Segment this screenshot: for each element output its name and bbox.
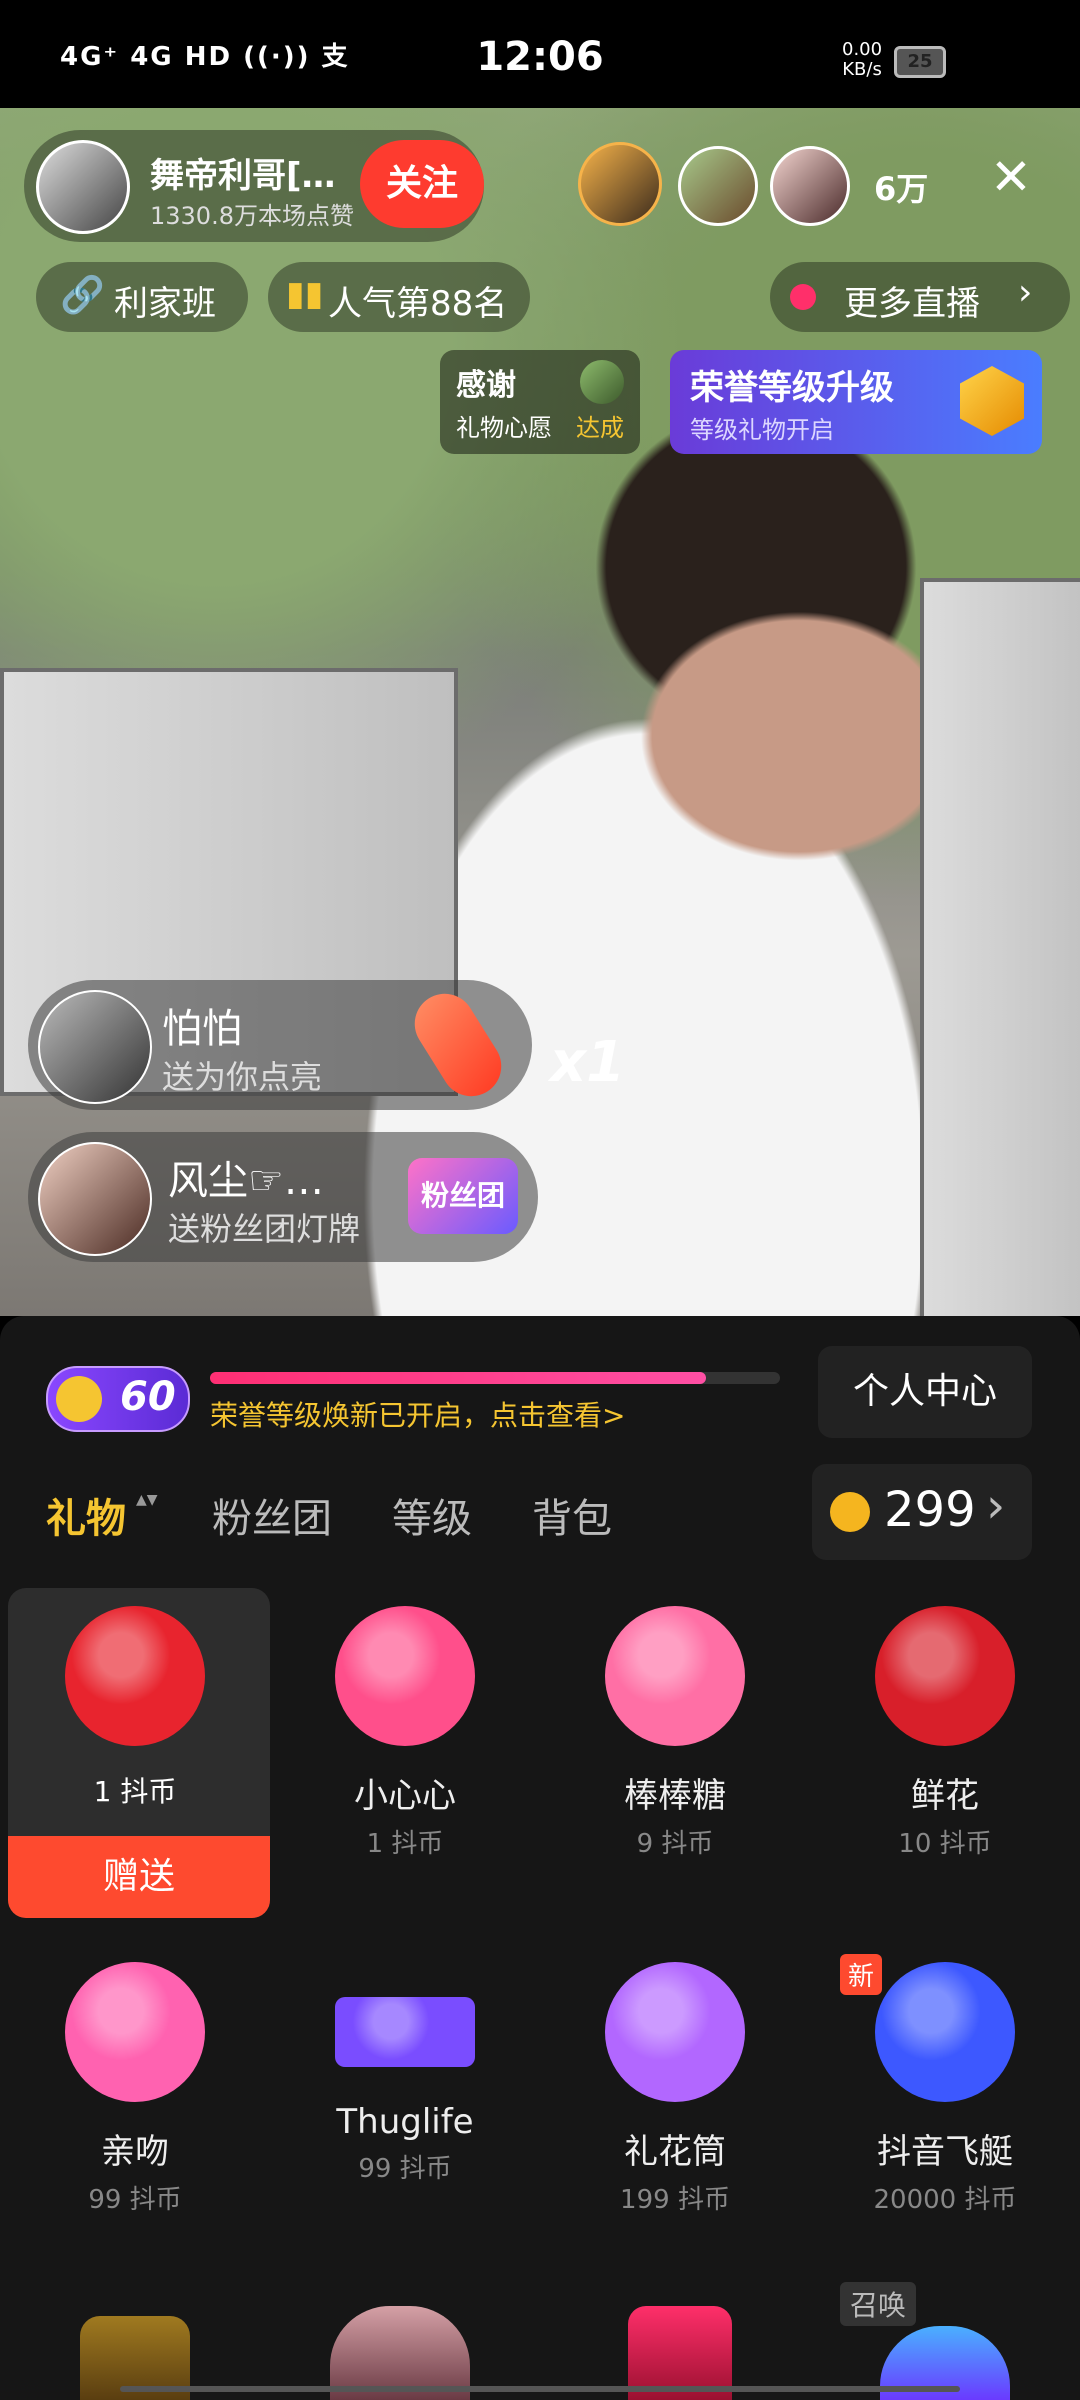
link-icon: 🔗 [60,275,105,316]
level-number: 60 [120,1374,176,1420]
combo-count: x1 [550,1030,626,1095]
gift-item[interactable]: Thuglife 99 抖币 [270,1962,540,2185]
close-icon[interactable]: ✕ [990,152,1032,202]
honor-title: 荣誉等级升级 [690,368,894,408]
gift-text: 送粉丝团灯牌 [168,1210,361,1248]
send-gift-button[interactable]: 赠送 [8,1836,270,1918]
sender-name: 怕怕 [162,1006,242,1052]
tab-level[interactable]: 等级 [392,1486,472,1544]
gift-message-2: 风尘☞… 送粉丝团灯牌 粉丝团 [28,1132,538,1262]
honor-sub: 等级礼物开启 [690,416,834,444]
gift-price: 9 抖币 [636,1829,714,1859]
gift-name: 抖音飞艇 [877,2132,1013,2172]
chevron-right-icon: › [986,1478,1006,1534]
like-count: 1330.8万本场点赞 [150,202,354,230]
wish-card[interactable]: 感谢 礼物心愿 达成 [440,350,640,454]
honor-upgrade-banner[interactable]: 荣誉等级升级 等级礼物开启 [670,350,1042,454]
status-bar: 4G⁺ 4G HD ((·)) 支 12:06 0.00 KB/s 25 [0,0,1080,108]
gift-item[interactable]: 抖音飞艇 20000 抖币 [810,1962,1080,2216]
gift-text: 送为你点亮 [162,1058,323,1096]
crown-icon [56,1376,102,1422]
rank-label: 人气第88名 [328,284,508,324]
top-viewer-avatar-3[interactable] [770,146,850,226]
airship-icon [875,1962,1015,2102]
gift-price: 99 抖币 [358,2154,452,2184]
gift-price: 20000 抖币 [873,2185,1017,2215]
gift-item[interactable]: 礼花筒 199 抖币 [540,1962,810,2216]
tab-fan-club[interactable]: 粉丝团 [212,1486,332,1544]
party-popper-icon [605,1962,745,2102]
gift-name: Thuglife [336,2102,474,2142]
follow-button[interactable]: 关注 [360,140,484,228]
more-live-button[interactable]: 更多直播 › [770,262,1070,332]
network-speed: 0.00 KB/s [842,40,882,80]
coin-balance: 299 [884,1482,976,1538]
family-label: 利家班 [114,284,216,324]
gift-name: 小心心 [354,1776,456,1816]
bar-chart-icon: ▮▮ [286,274,324,314]
gift-price: 1 抖币 [366,1829,444,1859]
heart-icon [335,1606,475,1746]
summon-badge: 召唤 [840,2282,917,2326]
viewer-count[interactable]: 6万 [874,164,928,210]
new-badge: 新 [840,1954,883,1995]
gift-price: 10 抖币 [898,1829,992,1859]
battery-icon: 25 [894,46,946,78]
level-progress-track [210,1372,780,1384]
tab-backpack[interactable]: 背包 [532,1486,612,1544]
gift-price: 99 抖币 [88,2185,182,2215]
gift-name: 亲吻 [101,2132,169,2172]
sort-arrows-icon[interactable]: ▲▼ [136,1492,158,1508]
gift-panel: 60 荣誉等级焕新已开启，点击查看> 个人中心 礼物 ▲▼ 粉丝团 等级 背包 … [0,1316,1080,2400]
tab-gifts[interactable]: 礼物 [46,1486,126,1544]
truck-shape-right [920,578,1080,1316]
bouquet-icon [875,1606,1015,1746]
speed-unit: KB/s [842,59,882,80]
speed-value: 0.00 [842,39,883,60]
top-viewer-avatar-2[interactable] [678,146,758,226]
gift-message-1: 怕怕 送为你点亮 [28,980,532,1110]
gift-item[interactable]: 亲吻 99 抖币 [0,1962,270,2216]
level-progress-fill [210,1372,706,1384]
wish-avatar [580,360,624,404]
sender-name: 风尘☞… [168,1158,324,1204]
gift-item[interactable]: 棒棒糖 9 抖币 [540,1606,810,1860]
gift-name: 棒棒糖 [624,1776,726,1816]
gift-item[interactable]: 鲜花 10 抖币 [810,1606,1080,1860]
wish-sub: 礼物心愿 [456,414,552,442]
home-indicator [120,2386,960,2392]
lollipop-icon [605,1606,745,1746]
sender-avatar[interactable] [38,1142,152,1256]
host-name: 舞帝利哥[… [150,156,336,196]
wish-title: 感谢 [456,368,516,403]
wish-status: 达成 [576,414,624,442]
chevron-right-icon: › [1018,272,1033,313]
more-live-label: 更多直播 [844,284,980,324]
gift-item[interactable]: 1 抖币 [0,1606,270,1810]
live-dot-icon [790,284,816,310]
pixel-glasses-icon [335,1997,475,2067]
kiss-heart-icon [65,1962,205,2102]
host-avatar[interactable] [36,140,130,234]
honor-notice[interactable]: 荣誉等级焕新已开启，点击查看> [210,1394,625,1434]
popularity-rank[interactable]: ▮▮ 人气第88名 [268,262,530,332]
family-tag[interactable]: 🔗 利家班 [36,262,248,332]
sender-avatar[interactable] [38,990,152,1104]
gift-item[interactable]: 小心心 1 抖币 [270,1606,540,1860]
gift-name: 礼花筒 [624,2132,726,2172]
gift-price: 199 抖币 [620,2185,730,2215]
coin-balance-button[interactable]: 299 › [812,1464,1032,1560]
top-viewer-avatar-1[interactable] [578,142,662,226]
coin-icon [830,1492,870,1532]
diamond-badge-icon [960,366,1024,436]
honor-level-badge[interactable]: 60 [46,1366,190,1432]
candle-gift-icon [403,982,513,1108]
gift-name: 鲜花 [911,1776,979,1816]
rose-icon [65,1606,205,1746]
fan-club-badge: 粉丝团 [408,1158,518,1234]
personal-center-button[interactable]: 个人中心 [818,1346,1032,1438]
gift-price: 1 抖币 [93,1775,177,1808]
